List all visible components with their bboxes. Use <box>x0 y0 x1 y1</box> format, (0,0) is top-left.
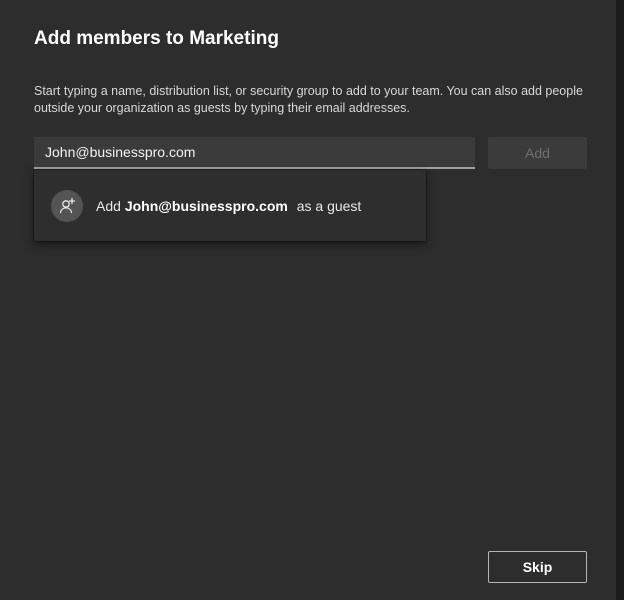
dialog-title: Add members to Marketing <box>34 28 279 49</box>
add-guest-icon <box>51 189 83 222</box>
dialog-description: Start typing a name, distribution list, … <box>34 84 583 115</box>
member-search-field[interactable] <box>34 137 475 169</box>
add-members-dialog: Add members to Marketing Start typing a … <box>0 0 616 600</box>
suggestion-prefix: Add <box>96 197 121 214</box>
add-guest-suggestion[interactable]: Add John@businesspro.com as a guest <box>34 170 426 241</box>
suggestion-text: Add John@businesspro.com as a guest <box>96 198 361 214</box>
suggestion-email: John@businesspro.com <box>124 197 288 214</box>
member-search-input[interactable] <box>34 137 475 167</box>
suggestion-suffix: as a guest <box>296 197 362 214</box>
skip-button[interactable]: Skip <box>488 551 587 583</box>
background-edge <box>616 0 624 600</box>
add-button[interactable]: Add <box>488 137 587 169</box>
